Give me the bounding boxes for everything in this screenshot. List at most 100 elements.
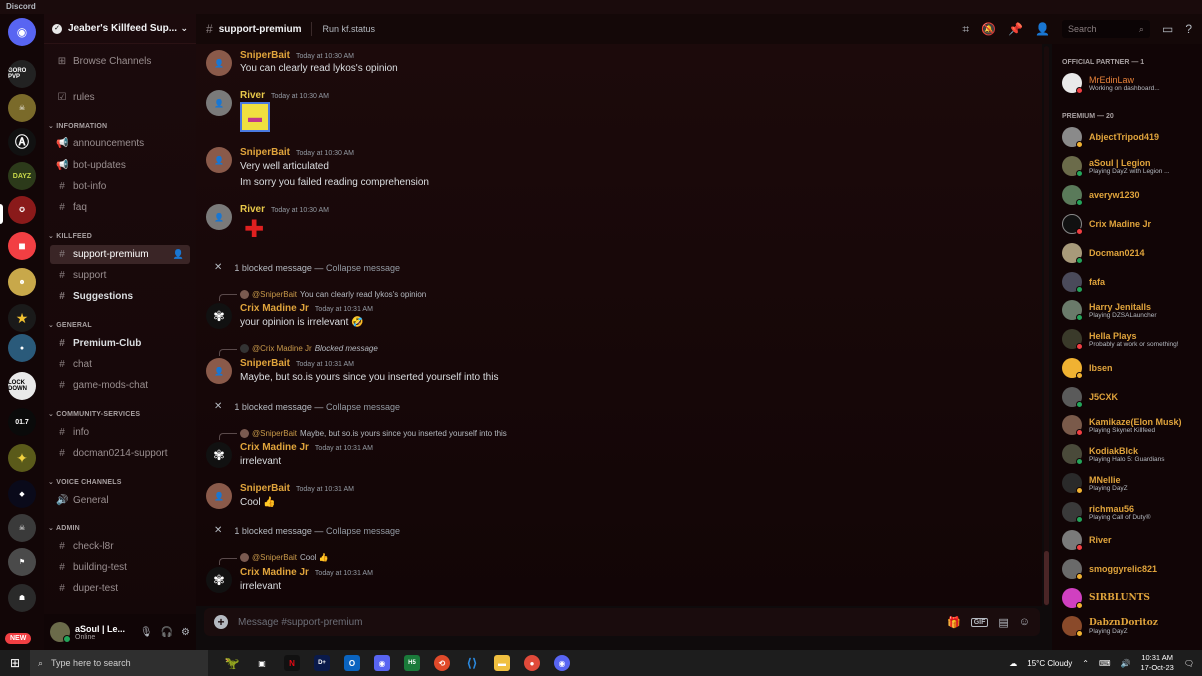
avatar[interactable]: 👤 <box>206 358 232 384</box>
server-icon[interactable]: ✪ <box>8 196 36 224</box>
channel-topic[interactable]: Run kf.status <box>322 24 375 34</box>
category-community[interactable]: ⌄ COMMUNITY-SERVICES <box>48 410 140 418</box>
gif-button[interactable]: GIF <box>970 617 989 627</box>
chrome-icon[interactable]: ● <box>524 655 540 671</box>
server-icon[interactable]: ☻ <box>8 268 36 296</box>
weather-text[interactable]: 15°C Cloudy <box>1027 659 1072 668</box>
avatar[interactable]: ✾ <box>206 567 232 593</box>
channel-check-l8r[interactable]: # check-l8r <box>50 537 190 556</box>
member-item[interactable]: Ibsen <box>1062 356 1200 380</box>
member-item[interactable]: Hella Plays Probably at work or something… <box>1062 327 1200 351</box>
server-icon[interactable]: ✦ <box>8 444 36 472</box>
server-icon[interactable]: ● <box>8 334 36 362</box>
taskbar-search[interactable]: ⌕ Type here to search <box>30 650 208 676</box>
avatar[interactable]: 👤 <box>206 204 232 230</box>
red-app-icon[interactable]: ⟲ <box>434 655 450 671</box>
channel-game-mods-chat[interactable]: # game-mods-chat <box>50 376 190 395</box>
close-icon[interactable]: ✕ <box>214 262 222 273</box>
channel-rules[interactable]: ☑ rules <box>50 88 190 107</box>
channel-suggestions[interactable]: # Suggestions <box>50 287 190 306</box>
avatar[interactable]: 👤 <box>206 50 232 76</box>
taskbar-clock[interactable]: 10:31 AM 17-Oct-23 <box>1140 653 1173 673</box>
dinosaur-icon[interactable]: 🦖 <box>224 655 240 671</box>
channel-support-premium[interactable]: # support-premium 👤 <box>50 245 190 264</box>
member-item[interactable]: DabznDoritoz Playing DayZ <box>1062 614 1200 638</box>
member-item[interactable]: aSoul | Legion Playing DayZ with Legion .… <box>1062 154 1200 178</box>
headphones-icon[interactable]: 🎧 <box>161 627 173 638</box>
author-name[interactable]: SniperBait <box>240 147 290 158</box>
gear-icon[interactable]: ⚙ <box>181 627 190 638</box>
member-item[interactable]: MrEdinLaw Working on dashboard... <box>1062 71 1200 95</box>
emoji-image[interactable]: ▬ <box>240 102 270 132</box>
channel-docman-support[interactable]: # docman0214-support <box>50 444 190 463</box>
reply-preview[interactable]: @SniperBait Cool 👍 <box>240 553 329 562</box>
member-item[interactable]: fafa <box>1062 270 1200 294</box>
avatar[interactable]: 👤 <box>206 147 232 173</box>
author-name[interactable]: River <box>240 204 265 215</box>
netflix-icon[interactable]: N <box>284 655 300 671</box>
member-item[interactable]: J5CXK <box>1062 385 1200 409</box>
emoji-icon[interactable]: ☺ <box>1019 616 1030 628</box>
avatar[interactable] <box>50 622 71 643</box>
chevron-up-icon[interactable]: ⌃ <box>1082 659 1089 668</box>
threads-icon[interactable]: ⌗ <box>962 22 969 37</box>
h5-icon[interactable]: H5 <box>404 655 420 671</box>
add-member-icon[interactable]: 👤 <box>173 249 184 260</box>
discord-icon[interactable]: ◉ <box>374 655 390 671</box>
author-name[interactable]: Crix Madine Jr <box>240 303 309 314</box>
channel-premium-club[interactable]: # Premium-Club <box>50 334 190 353</box>
category-information[interactable]: ⌄ INFORMATION <box>48 122 107 130</box>
server-icon[interactable]: ★ <box>8 304 36 332</box>
author-name[interactable]: SniperBait <box>240 50 290 61</box>
server-icon[interactable]: ☗ <box>8 584 36 612</box>
server-icon[interactable]: DAYZ <box>8 162 36 190</box>
red-cross-emoji[interactable]: ✚ <box>244 218 264 242</box>
avatar[interactable]: 👤 <box>206 483 232 509</box>
reply-preview[interactable]: @SniperBait Maybe, but so.is yours since… <box>240 429 507 438</box>
browse-channels[interactable]: ⊞ Browse Channels <box>50 52 190 71</box>
member-item[interactable]: MNellie Playing DayZ <box>1062 471 1200 495</box>
task-view-icon[interactable]: ▣ <box>254 655 270 671</box>
channel-faq[interactable]: # faq <box>50 198 190 217</box>
notification-icon[interactable]: 🗨 <box>1184 659 1194 668</box>
pin-icon[interactable]: 📌 <box>1008 22 1023 36</box>
voice-channel-general[interactable]: 🔊 General <box>50 491 190 510</box>
add-attachment-icon[interactable]: + <box>214 615 228 629</box>
server-icon[interactable]: ◆ <box>8 480 36 508</box>
author-name[interactable]: Crix Madine Jr <box>240 567 309 578</box>
avatar[interactable]: 👤 <box>206 90 232 116</box>
author-name[interactable]: River <box>240 90 265 101</box>
bell-muted-icon[interactable]: 🔕 <box>981 22 996 36</box>
gift-icon[interactable]: 🎁 <box>947 616 961 629</box>
collapse-link[interactable]: Collapse message <box>326 263 400 273</box>
member-item[interactable]: Docman0214 <box>1062 241 1200 265</box>
author-name[interactable]: Crix Madine Jr <box>240 442 309 453</box>
close-icon[interactable]: ✕ <box>214 525 222 536</box>
outlook-icon[interactable]: O <box>344 655 360 671</box>
channel-info[interactable]: # info <box>50 423 190 442</box>
member-item[interactable]: richmau56 Playing Call of Duty® <box>1062 500 1200 524</box>
close-icon[interactable]: ✕ <box>214 401 222 412</box>
channel-duper-test[interactable]: # duper-test <box>50 579 190 598</box>
member-item[interactable]: AbjectTripod419 <box>1062 125 1200 149</box>
member-item[interactable]: Harry Jenitalls Playing DZSALauncher <box>1062 298 1200 322</box>
channel-chat[interactable]: # chat <box>50 355 190 374</box>
category-killfeed[interactable]: ⌄ KILLFEED <box>48 232 92 240</box>
reply-preview[interactable]: @Crix Madine Jr Blocked message <box>240 344 378 353</box>
collapse-link[interactable]: Collapse message <box>326 526 400 536</box>
server-icon[interactable]: ☠ <box>8 514 36 542</box>
channel-building-test[interactable]: # building-test <box>50 558 190 577</box>
folder-icon[interactable]: ■ <box>8 232 36 260</box>
category-voice[interactable]: ⌄ VOICE CHANNELS <box>48 478 122 486</box>
discord-home-icon[interactable]: ◉ <box>8 18 36 46</box>
author-name[interactable]: SniperBait <box>240 483 290 494</box>
category-admin[interactable]: ⌄ ADMIN <box>48 524 80 532</box>
disney-plus-icon[interactable]: D+ <box>314 655 330 671</box>
file-explorer-icon[interactable]: ▬ <box>494 655 510 671</box>
search-input[interactable]: Search ⌕ <box>1061 20 1150 38</box>
server-icon[interactable]: ⚑ <box>8 548 36 576</box>
members-icon[interactable]: 👤 <box>1035 22 1050 36</box>
author-name[interactable]: SniperBait <box>240 358 290 369</box>
member-item[interactable]: SIRBLUNTS <box>1062 586 1200 610</box>
server-icon[interactable]: GORO PVP <box>8 60 36 88</box>
